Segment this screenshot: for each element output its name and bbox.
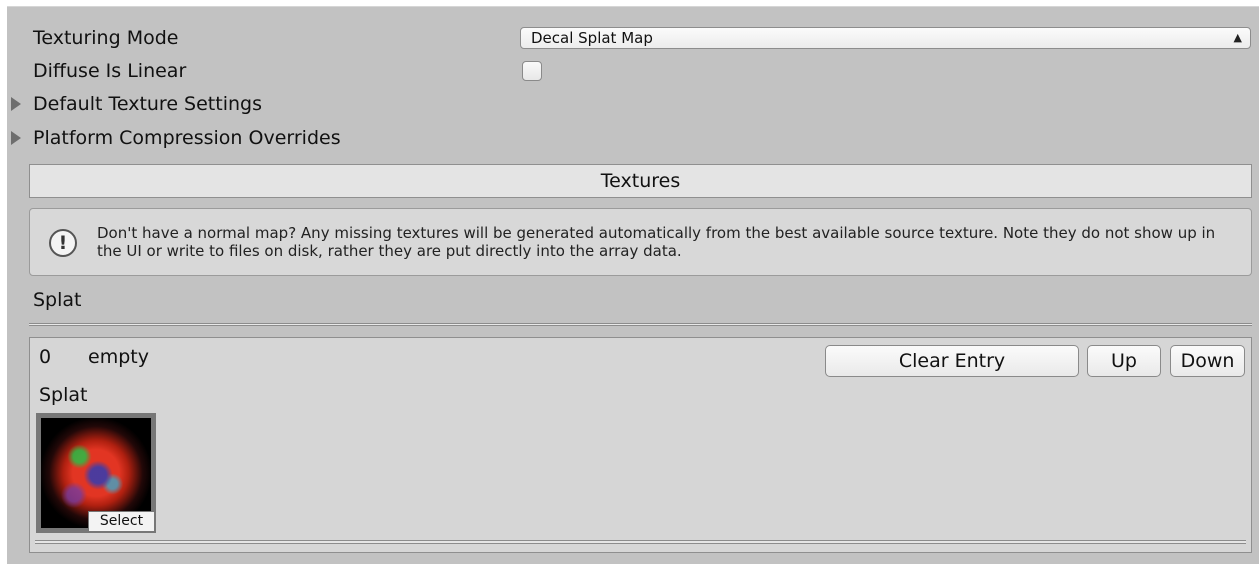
foldout-arrow-icon[interactable] — [11, 97, 21, 111]
down-button[interactable]: Down — [1170, 345, 1245, 377]
splat-section-label: Splat — [33, 289, 82, 311]
info-icon: ! — [49, 229, 77, 257]
help-box: ! Don't have a normal map? Any missing t… — [29, 208, 1252, 276]
dropdown-arrows-icon: ▲ — [1233, 31, 1242, 44]
entry-index: 0 — [39, 346, 52, 368]
platform-overrides-foldout[interactable]: Platform Compression Overrides — [33, 127, 341, 149]
section-divider — [29, 323, 1252, 326]
help-text: Don't have a normal map? Any missing tex… — [97, 224, 1216, 260]
splat-slot-label: Splat — [39, 384, 88, 406]
foldout-arrow-icon[interactable] — [11, 131, 21, 145]
clear-entry-button[interactable]: Clear Entry — [825, 345, 1079, 377]
diffuse-linear-checkbox[interactable] — [522, 61, 542, 81]
entry-bottom-divider — [35, 540, 1246, 544]
default-texture-settings-foldout[interactable]: Default Texture Settings — [33, 93, 262, 115]
diffuse-linear-label: Diffuse Is Linear — [33, 60, 187, 82]
texturing-mode-dropdown[interactable]: Decal Splat Map ▲ — [520, 27, 1251, 49]
entry-name: empty — [88, 346, 149, 368]
up-button[interactable]: Up — [1087, 345, 1161, 377]
splat-texture-slot[interactable]: Select — [36, 413, 156, 533]
texturing-mode-value: Decal Splat Map — [531, 29, 653, 47]
texturing-mode-label: Texturing Mode — [33, 27, 179, 49]
textures-header: Textures — [29, 164, 1252, 198]
select-texture-button[interactable]: Select — [88, 511, 155, 532]
